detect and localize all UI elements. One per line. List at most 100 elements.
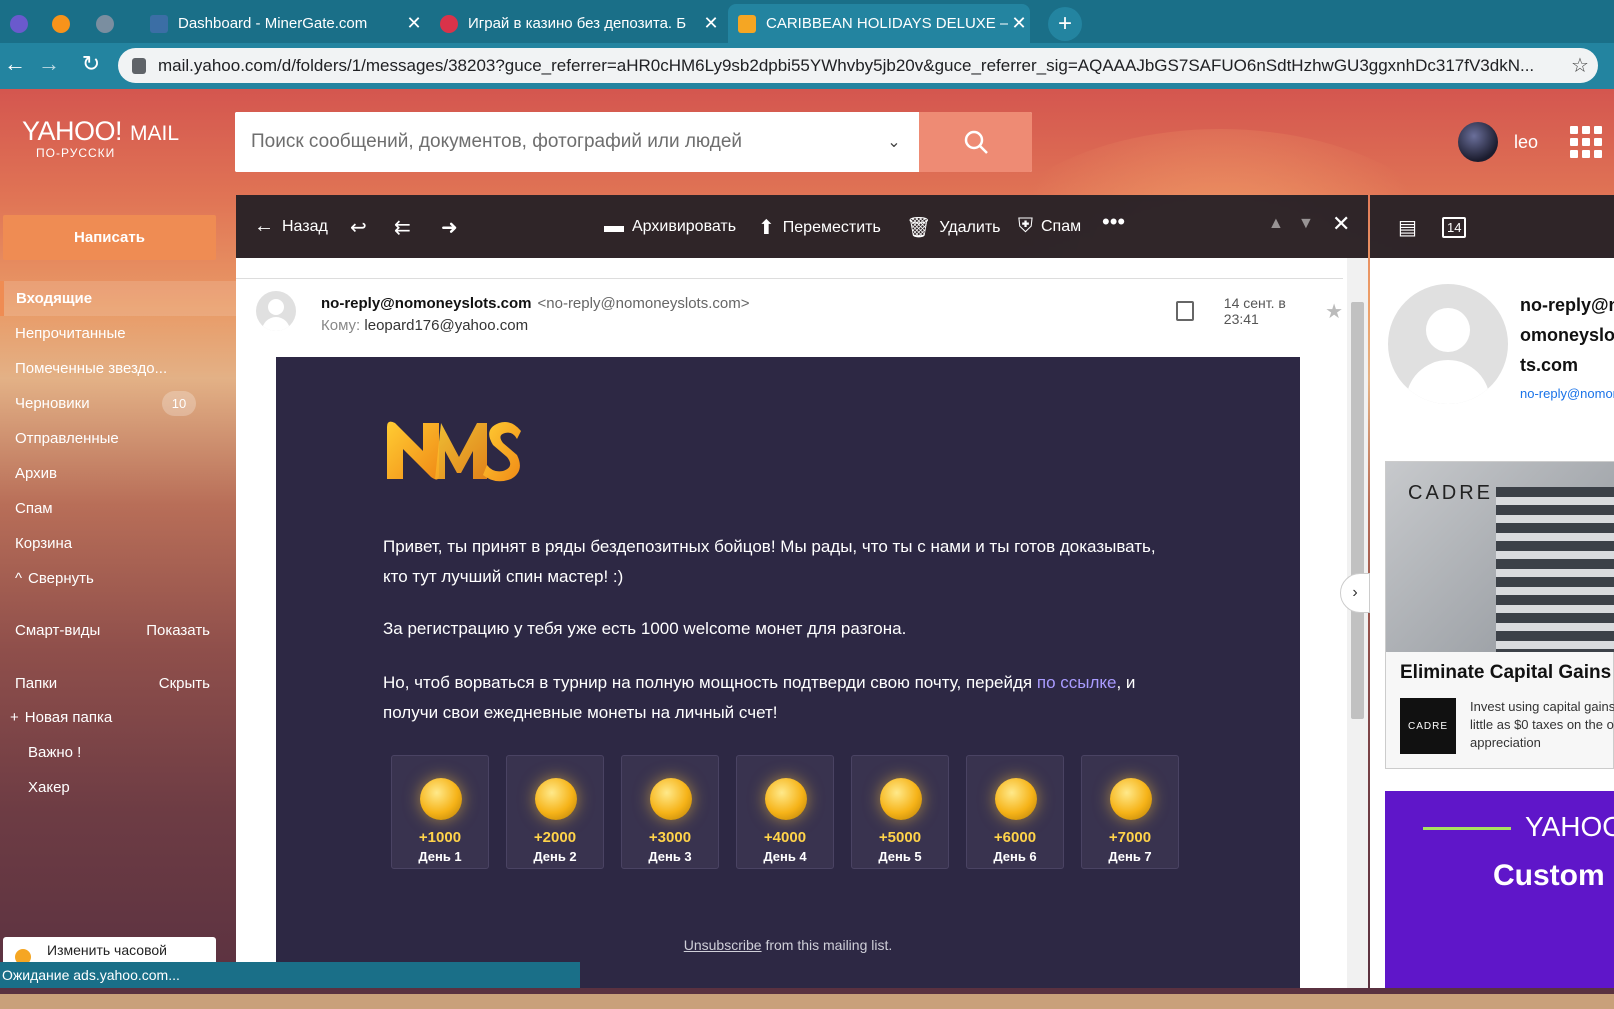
spam-button[interactable]: ⛨ Спам — [1018, 215, 1081, 238]
sidebar-item-archive[interactable]: Архив — [0, 456, 236, 491]
close-icon[interactable]: ✕ — [1332, 211, 1350, 237]
reply-all-button[interactable]: ⇇ — [394, 215, 419, 240]
reward-day-6: +6000 День 6 — [966, 755, 1064, 869]
coin-icon — [650, 778, 692, 820]
new-folder-button[interactable]: + Новая папка — [10, 709, 112, 726]
scrollbar-thumb[interactable] — [1351, 302, 1364, 719]
chevron-right-icon: › — [1352, 584, 1358, 601]
sidebar-item-starred[interactable]: Помеченные звездо... — [0, 351, 236, 386]
message-panel: no-reply@nomoneyslots.com <no-reply@nomon… — [236, 258, 1368, 988]
coin-bag-icon — [880, 778, 922, 820]
reward-day-7: +7000 День 7 — [1081, 755, 1179, 869]
sidebar-item-spam[interactable]: Спам — [0, 491, 236, 526]
user-profile[interactable]: leo — [1458, 122, 1538, 162]
close-tab-icon[interactable]: ✕ — [403, 13, 425, 34]
close-tab-icon[interactable]: ✕ — [1008, 13, 1030, 34]
reward-day-1: +1000 День 1 — [391, 755, 489, 869]
building-image — [1496, 487, 1614, 652]
contact-avatar — [1388, 284, 1508, 404]
treasure-chest-icon — [1110, 778, 1152, 820]
back-button[interactable]: ← Назад — [254, 215, 328, 238]
unsubscribe-link[interactable]: Unsubscribe — [684, 937, 762, 953]
tab-pinned-3[interactable] — [86, 4, 130, 43]
tab-casino[interactable]: Играй в казино без депозита. Б ✕ — [430, 4, 722, 43]
star-icon[interactable]: ★ — [1325, 299, 1343, 324]
previous-message-icon[interactable]: ▲ — [1268, 215, 1284, 233]
nms-logo — [387, 421, 521, 482]
calendar-icon[interactable]: 14 — [1442, 217, 1467, 238]
sender-avatar[interactable] — [256, 291, 296, 331]
new-tab-button[interactable]: + — [1048, 7, 1082, 41]
timezone-notice[interactable]: Изменить часовой — [3, 937, 216, 965]
folders-row: Папки Скрыть — [15, 675, 210, 692]
next-message-icon[interactable]: ▼ — [1298, 215, 1314, 233]
search-bar: ⌄ — [235, 112, 1032, 172]
more-options-icon[interactable]: ••• — [1102, 209, 1125, 235]
sidebar-collapse[interactable]: ^ Свернуть — [0, 561, 236, 596]
chevron-down-icon[interactable]: ⌄ — [869, 112, 919, 172]
move-button[interactable]: ⬆ Переместить — [758, 215, 881, 240]
tab-minergate[interactable]: Dashboard - MinerGate.com ✕ — [140, 4, 425, 43]
cadre-logo: CADRE — [1400, 698, 1456, 754]
sidebar-item-trash[interactable]: Корзина — [0, 526, 236, 561]
email-paragraph-2: За регистрацию у тебя уже есть 1000 welc… — [383, 619, 907, 638]
ad-yahoo[interactable]: YAHOO! Custom — [1385, 791, 1614, 988]
sidebar-item-sent[interactable]: Отправленные — [0, 421, 236, 456]
print-icon[interactable] — [1176, 301, 1194, 321]
reply-icon: ↩ — [350, 217, 367, 239]
nms-favicon-icon — [738, 14, 756, 33]
daily-rewards: +1000 День 1 +2000 День 2 +3000 День 3 +400… — [391, 755, 1179, 869]
message-date: 14 сент. в 23:41 ★ — [1176, 295, 1343, 327]
tab-pinned-1[interactable] — [0, 4, 40, 43]
confirm-email-link[interactable]: по ссылке — [1037, 673, 1117, 692]
tab-pinned-2[interactable] — [42, 4, 84, 43]
tab-caribbean[interactable]: CARIBBEAN HOLIDAYS DELUXE – ✕ — [728, 4, 1030, 43]
message-header: no-reply@nomoneyslots.com <no-reply@nomon… — [236, 278, 1343, 358]
coin-icon — [535, 778, 577, 820]
bitcoin-favicon-icon — [52, 14, 70, 33]
casino-favicon-icon — [440, 14, 458, 33]
forward-button[interactable]: ➜ — [441, 215, 466, 240]
sidebar-item-unread[interactable]: Непрочитанные — [0, 316, 236, 351]
search-icon — [964, 130, 988, 154]
contact-card-icon[interactable]: ▤ — [1398, 215, 1417, 240]
minergate-favicon-icon — [150, 14, 168, 33]
compose-button[interactable]: Написать — [3, 215, 216, 260]
yahoo-mail-logo[interactable]: YAHOO! MAIL ПО-РУССКИ — [22, 118, 179, 160]
sidebar-item-drafts[interactable]: Черновики 10 — [0, 386, 236, 421]
email-paragraph-3: Но, чтоб ворваться в турнир на полную мо… — [383, 673, 1136, 722]
search-button[interactable] — [919, 112, 1032, 172]
forward-arrow-icon[interactable]: → — [34, 51, 64, 77]
message-scrollbar[interactable] — [1347, 258, 1368, 988]
status-bar: Ожидание ads.yahoo.com... — [0, 962, 580, 988]
right-panel-toolbar: ▤ 14 — [1370, 195, 1614, 258]
archive-icon: ▬ — [604, 215, 624, 237]
back-arrow-icon[interactable]: ← — [0, 51, 30, 77]
email-body: Привет, ты принят в ряды бездепозитных б… — [276, 357, 1300, 988]
search-input[interactable] — [235, 112, 869, 172]
ad-cadre[interactable]: CADRE Eliminate Capital Gains CADRE Inve… — [1385, 461, 1614, 769]
sidebar-item-inbox[interactable]: Входящие — [0, 281, 236, 316]
hide-folders-link[interactable]: Скрыть — [159, 675, 210, 692]
apps-grid-icon[interactable] — [1570, 126, 1602, 158]
show-smart-views-link[interactable]: Показать — [146, 622, 210, 639]
delete-button[interactable]: 🗑 Удалить — [906, 215, 1000, 240]
folder-hacker[interactable]: Хакер — [28, 779, 70, 796]
reply-button[interactable]: ↩ — [350, 215, 375, 240]
contact-email-link[interactable]: no-reply@nomoneyslots.com — [1520, 386, 1614, 401]
message-toolbar: ← Назад ↩ ⇇ ➜ ▬ Архивировать ⬆ Переместить … — [236, 195, 1368, 258]
close-tab-icon[interactable]: ✕ — [700, 13, 722, 34]
plus-icon: + — [10, 709, 19, 726]
speaker-favicon-icon — [96, 14, 114, 33]
sender-info[interactable]: no-reply@nomoneyslots.com <no-reply@nomon… — [321, 295, 750, 312]
recipient-info: Кому: leopard176@yahoo.com — [321, 317, 529, 334]
url-field[interactable]: mail.yahoo.com/d/folders/1/messages/3820… — [118, 48, 1598, 83]
folder-important[interactable]: Важно ! — [28, 744, 81, 761]
move-folder-icon: ⬆ — [758, 217, 775, 239]
folder-list: Входящие Непрочитанные Помеченные звездо… — [0, 281, 236, 596]
reload-icon[interactable]: ↻ — [76, 51, 106, 77]
arrow-left-icon: ← — [254, 215, 274, 237]
email-paragraph-1: Привет, ты принят в ряды бездепозитных б… — [383, 537, 1156, 586]
bookmark-star-icon[interactable]: ☆ — [1562, 53, 1598, 78]
archive-button[interactable]: ▬ Архивировать — [604, 215, 736, 238]
